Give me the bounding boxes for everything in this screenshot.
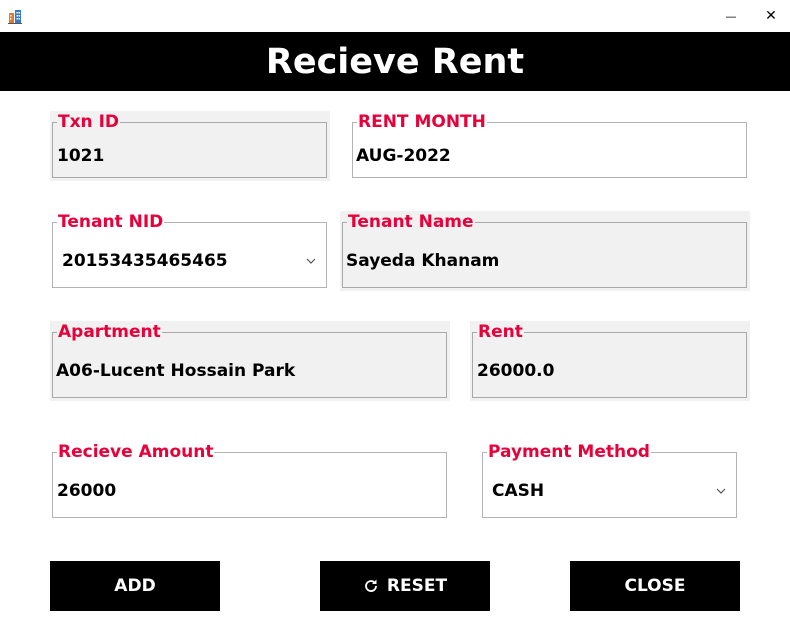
rent-field: Rent 26000.0 — [470, 321, 750, 401]
tenant-name-field: Tenant Name Sayeda Khanam — [340, 211, 750, 291]
payment-method-value[interactable]: CASH — [492, 481, 544, 501]
apartment-label: Apartment — [57, 321, 162, 343]
close-button-label: CLOSE — [624, 576, 686, 596]
close-button[interactable]: CLOSE — [570, 561, 740, 611]
payment-method-combo[interactable]: Payment Method CASH — [480, 441, 740, 521]
txn-id-value: 1021 — [57, 146, 105, 166]
building-icon — [8, 8, 22, 24]
reset-button[interactable]: RESET — [320, 561, 490, 611]
close-icon: ✕ — [765, 8, 777, 24]
tenant-nid-combo[interactable]: Tenant NID 20153435465465 — [50, 211, 330, 291]
rent-month-field[interactable]: RENT MONTH AUG-2022 — [350, 111, 750, 181]
tenant-name-label: Tenant Name — [347, 211, 475, 233]
receive-amount-label: Recieve Amount — [57, 441, 215, 463]
receive-amount-input[interactable]: 26000 — [57, 481, 116, 501]
close-window-button[interactable]: ✕ — [748, 0, 790, 32]
refresh-icon — [363, 578, 379, 594]
rent-month-label: RENT MONTH — [357, 111, 487, 133]
receive-amount-field[interactable]: Recieve Amount 26000 — [50, 441, 450, 521]
page-title: Recieve Rent — [265, 41, 525, 82]
chevron-down-icon[interactable] — [305, 255, 317, 267]
window-titlebar: — ✕ — [0, 0, 790, 32]
apartment-field: Apartment A06-Lucent Hossain Park — [50, 321, 450, 401]
reset-button-label: RESET — [386, 576, 448, 596]
txn-id-label: Txn ID — [57, 111, 121, 133]
apartment-value: A06-Lucent Hossain Park — [56, 361, 296, 381]
minimize-icon: — — [725, 9, 737, 23]
txn-id-field: Txn ID 1021 — [50, 111, 330, 181]
tenant-nid-label: Tenant NID — [57, 211, 165, 233]
rent-month-input[interactable]: AUG-2022 — [356, 146, 451, 166]
add-button[interactable]: ADD — [50, 561, 220, 611]
tenant-name-value: Sayeda Khanam — [346, 251, 500, 271]
add-button-label: ADD — [114, 576, 156, 596]
payment-method-label: Payment Method — [487, 441, 651, 463]
rent-value: 26000.0 — [477, 361, 555, 381]
chevron-down-icon[interactable] — [715, 485, 727, 497]
rent-label: Rent — [477, 321, 524, 343]
tenant-nid-value[interactable]: 20153435465465 — [62, 251, 228, 271]
header-banner: Recieve Rent — [0, 32, 790, 91]
